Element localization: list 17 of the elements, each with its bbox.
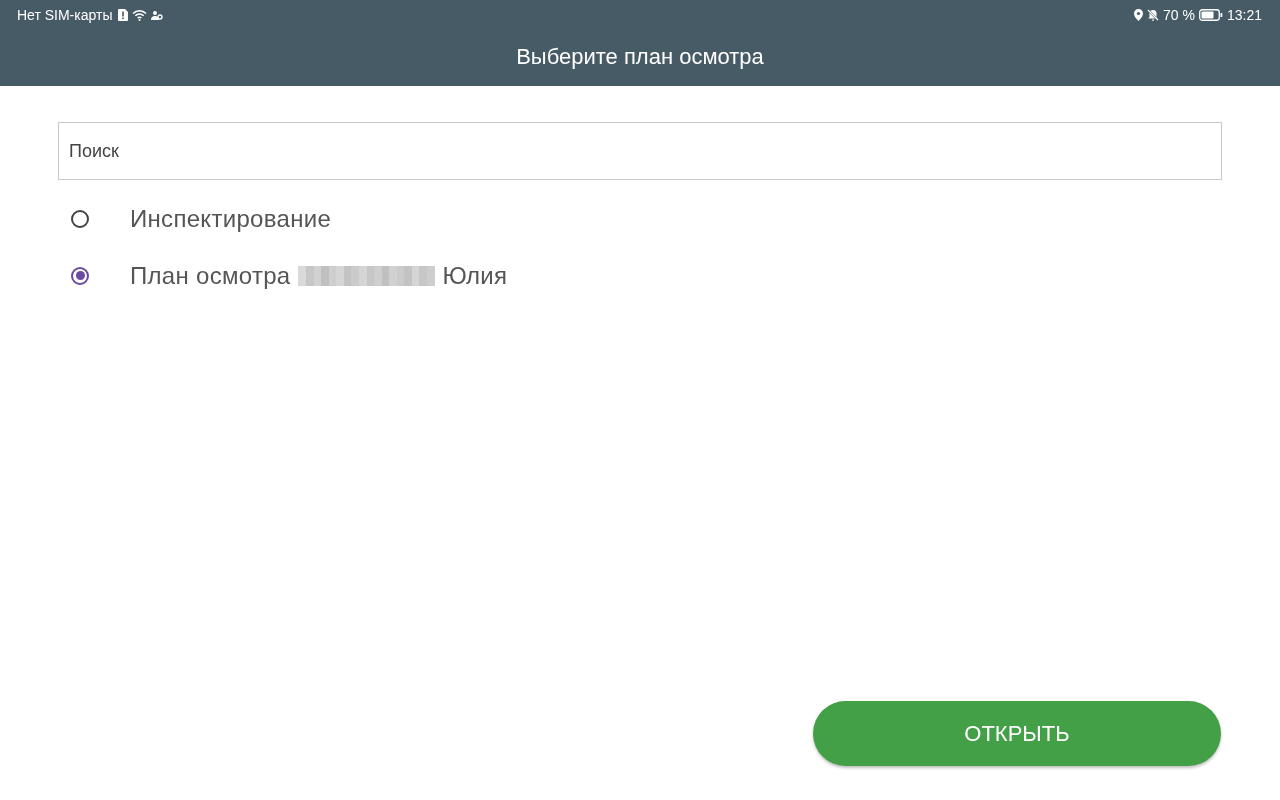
search-field[interactable]: Поиск	[58, 122, 1222, 180]
option-label: Юлия	[442, 261, 508, 290]
radio-button[interactable]	[71, 209, 89, 228]
option-label: План осмотра	[130, 261, 291, 290]
wifi-icon	[132, 9, 148, 21]
open-button[interactable]: ОТКРЫТЬ	[813, 701, 1221, 766]
screen-title: Выберите план осмотра	[516, 44, 764, 70]
radio-button[interactable]	[71, 266, 89, 285]
carrier-text: Нет SIM-карты	[17, 7, 113, 23]
clock-text: 13:21	[1226, 7, 1262, 23]
people-icon	[151, 9, 164, 21]
battery-icon	[1198, 9, 1223, 21]
battery-text: 70 %	[1163, 7, 1195, 23]
muted-bell-icon	[1147, 9, 1160, 21]
location-icon	[1134, 9, 1144, 21]
option-label: Инспектирование	[130, 204, 332, 233]
sim-alert-icon	[118, 9, 129, 21]
